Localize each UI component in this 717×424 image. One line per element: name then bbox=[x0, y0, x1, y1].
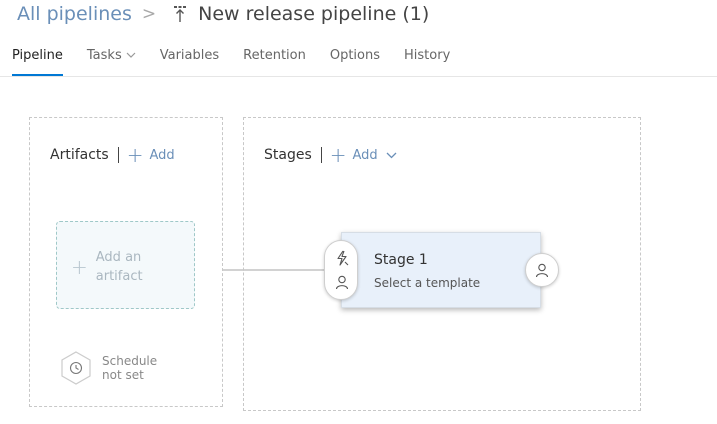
chevron-down-icon bbox=[386, 152, 397, 159]
tab-pipeline[interactable]: Pipeline bbox=[12, 46, 63, 76]
tab-bar: Pipeline Tasks Variables Retention Optio… bbox=[12, 46, 474, 76]
add-label: Add bbox=[149, 147, 175, 163]
stages-header: Stages + Add bbox=[264, 145, 397, 165]
add-artifact-button[interactable]: + Add bbox=[127, 145, 175, 165]
stage-card[interactable]: Stage 1 Select a template bbox=[341, 232, 541, 308]
tab-label: Options bbox=[329, 48, 381, 63]
stage-template-link[interactable]: Select a template bbox=[374, 276, 480, 290]
header-divider bbox=[320, 147, 322, 163]
artifact-placeholder-text: Add an artifact bbox=[96, 248, 156, 286]
add-label: Add bbox=[352, 147, 378, 163]
tab-label: Variables bbox=[159, 48, 220, 63]
pre-deployment-conditions bbox=[324, 240, 358, 300]
add-stage-button[interactable]: + Add bbox=[330, 145, 397, 165]
plus-icon: + bbox=[71, 255, 88, 279]
plus-icon: + bbox=[329, 143, 347, 167]
schedule-label: Schedule not set bbox=[102, 354, 157, 382]
tab-history[interactable]: History bbox=[404, 46, 450, 76]
schedule-line2: not set bbox=[102, 368, 144, 382]
artifact-placeholder-content: + Add an artifact bbox=[71, 248, 156, 286]
person-icon[interactable] bbox=[334, 274, 350, 290]
header-divider bbox=[117, 147, 119, 163]
tab-label: History bbox=[404, 48, 451, 63]
breadcrumb-separator: > bbox=[141, 4, 157, 24]
tab-retention[interactable]: Retention bbox=[243, 46, 306, 76]
artifacts-header: Artifacts + Add bbox=[50, 145, 175, 165]
pipeline-icon bbox=[172, 5, 188, 23]
tab-label: Retention bbox=[243, 48, 306, 63]
artifacts-title: Artifacts bbox=[50, 147, 109, 163]
post-deployment-conditions[interactable] bbox=[525, 253, 559, 287]
clock-icon bbox=[59, 350, 93, 386]
schedule-line1: Schedule bbox=[102, 354, 158, 368]
person-icon bbox=[534, 262, 550, 278]
all-pipelines-link[interactable]: All pipelines bbox=[17, 3, 132, 25]
tab-tasks[interactable]: Tasks bbox=[87, 46, 136, 76]
artifact-placeholder-line2: artifact bbox=[95, 269, 143, 284]
schedule-trigger[interactable]: Schedule not set bbox=[59, 350, 157, 386]
tab-options[interactable]: Options bbox=[330, 46, 380, 76]
tab-variables[interactable]: Variables bbox=[160, 46, 219, 76]
page-title: New release pipeline (1) bbox=[198, 3, 430, 25]
stages-title: Stages bbox=[264, 147, 312, 163]
chevron-down-icon bbox=[126, 52, 136, 58]
breadcrumb: All pipelines > New release pipeline (1) bbox=[17, 0, 429, 28]
tab-label: Pipeline bbox=[12, 48, 63, 63]
tab-label: Tasks bbox=[86, 48, 122, 63]
lightning-icon[interactable] bbox=[334, 250, 350, 266]
stage-name: Stage 1 bbox=[374, 252, 428, 268]
tab-divider bbox=[0, 76, 717, 77]
add-artifact-placeholder[interactable]: + Add an artifact bbox=[56, 221, 195, 309]
artifact-placeholder-line1: Add an bbox=[95, 250, 142, 265]
plus-icon: + bbox=[126, 143, 144, 167]
